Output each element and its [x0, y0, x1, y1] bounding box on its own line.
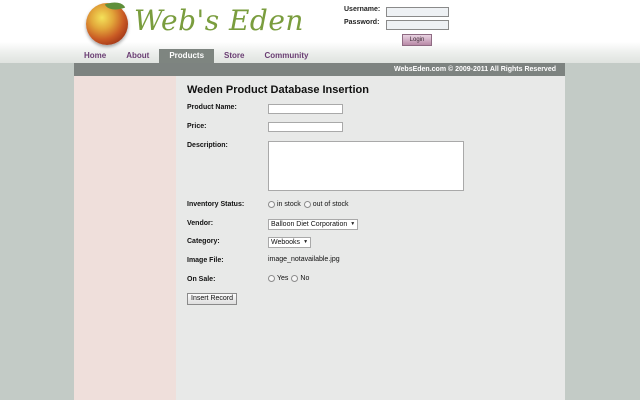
- on-sale-no-label: No: [300, 275, 310, 282]
- nav-about[interactable]: About: [116, 49, 159, 63]
- nav-store[interactable]: Store: [214, 49, 254, 63]
- on-sale-group: Yes No: [268, 275, 312, 282]
- description-textarea[interactable]: [268, 141, 464, 191]
- nav-products[interactable]: Products: [159, 49, 215, 63]
- nav-community[interactable]: Community: [254, 49, 318, 63]
- main-content: [176, 76, 565, 400]
- form-title: Weden Product Database Insertion: [187, 84, 369, 96]
- login-button[interactable]: Login: [402, 34, 432, 46]
- out-of-stock-label: out of stock: [312, 201, 349, 208]
- on-sale-no-radio[interactable]: [291, 275, 299, 282]
- product-name-input[interactable]: [268, 104, 343, 114]
- on-sale-yes-radio[interactable]: [268, 275, 275, 282]
- nav-home[interactable]: Home: [74, 49, 116, 63]
- vendor-selected-value: Balloon Diet Corporation: [271, 221, 348, 228]
- left-sidebar: [74, 76, 176, 400]
- on-sale-label: On Sale:: [187, 276, 216, 283]
- on-sale-yes-label: Yes: [277, 275, 289, 282]
- category-label: Category:: [187, 238, 220, 245]
- username-input[interactable]: [386, 7, 449, 17]
- insert-record-button[interactable]: Insert Record: [187, 293, 238, 305]
- copyright-text: WebsEden.com © 2009-2011 All Rights Rese…: [394, 66, 556, 73]
- description-label: Description:: [187, 142, 228, 149]
- price-label: Price:: [187, 123, 207, 130]
- login-box: Username: Password: Login: [330, 4, 460, 48]
- main-nav: Home About Products Store Community: [74, 49, 318, 63]
- category-selected-value: Webooks: [271, 239, 301, 246]
- password-label: Password:: [344, 19, 380, 26]
- username-label: Username:: [344, 6, 381, 13]
- apple-icon: [86, 3, 128, 45]
- site-logo[interactable]: Web's Eden: [82, 0, 303, 49]
- image-file-input[interactable]: image_notavailable.jpg: [268, 256, 340, 263]
- category-select[interactable]: Webooks ▼: [268, 237, 312, 248]
- price-input[interactable]: [268, 122, 343, 132]
- logo-text: Web's Eden: [134, 4, 304, 37]
- chevron-down-icon: ▼: [303, 239, 309, 245]
- chevron-down-icon: ▼: [350, 221, 356, 227]
- inventory-status-label: Inventory Status:: [187, 201, 245, 208]
- inventory-status-group: in stock out of stock: [268, 201, 352, 208]
- vendor-label: Vendor:: [187, 220, 214, 227]
- copyright-bar: WebsEden.com © 2009-2011 All Rights Rese…: [74, 63, 565, 76]
- out-of-stock-radio[interactable]: [303, 201, 311, 208]
- vendor-select[interactable]: Balloon Diet Corporation ▼: [268, 219, 359, 230]
- password-input[interactable]: [386, 20, 449, 30]
- in-stock-label: in stock: [277, 201, 301, 208]
- product-name-label: Product Name:: [187, 104, 237, 111]
- in-stock-radio[interactable]: [268, 201, 275, 208]
- image-file-label: Image File:: [187, 257, 224, 264]
